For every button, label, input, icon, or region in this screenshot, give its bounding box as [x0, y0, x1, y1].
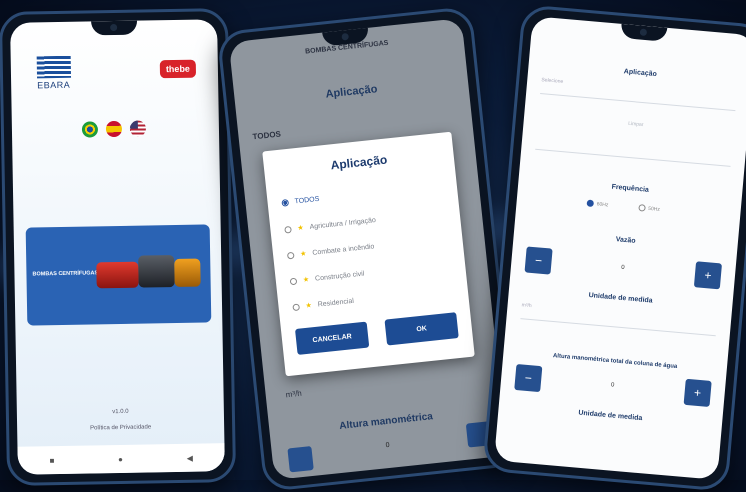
ebara-logo: EBARA [36, 55, 72, 91]
recents-icon[interactable]: ■ [49, 456, 54, 465]
radio-icon [637, 204, 646, 212]
option-combate-incendio[interactable]: ★ Combate a incêndio [286, 242, 375, 259]
dialog-title: Aplicação [329, 152, 388, 173]
app-version: v1.0.0 [112, 408, 129, 416]
option-label: Combate a incêndio [312, 242, 375, 257]
option-label: Residencial [317, 297, 355, 309]
application-screen: BOMBAS CENTRÍFUGAS Aplicação TODOS m³/h … [228, 17, 508, 481]
radio-icon [289, 277, 298, 285]
option-residencial[interactable]: ★ Residencial [292, 297, 354, 311]
decrement-button[interactable] [287, 446, 314, 473]
altura-value[interactable]: 0 [611, 382, 615, 388]
option-construcao-civil[interactable]: ★ Construção civil [289, 270, 365, 286]
privacy-policy-link[interactable]: Política de Privacidade [17, 423, 224, 433]
language-selector [81, 120, 147, 138]
option-todos[interactable]: TODOS [281, 195, 320, 207]
radio-icon [292, 302, 300, 311]
option-label: Agricultura / Irrigação [309, 216, 377, 231]
select-value: m³/h [521, 302, 532, 310]
banner-label: BOMBAS CENTRÍFUGAS [32, 270, 99, 278]
back-icon[interactable]: ◀ [187, 453, 193, 462]
splash-screen: EBARA thebe BOMBAS CENTRÍFUGAS v1.0.0 Po… [10, 19, 225, 475]
vazao-increment-button[interactable]: + [693, 261, 723, 290]
empty-field[interactable] [535, 132, 732, 167]
pump-image [174, 258, 201, 288]
section-title: Aplicação [325, 83, 378, 101]
pump-image [96, 261, 139, 289]
frequencia-label: Frequência [611, 183, 650, 194]
limpar-button[interactable]: Limpar [524, 112, 746, 138]
application-dialog: Aplicação TODOS ★ Agricultura / Irrigaçã… [262, 131, 475, 377]
unit-value[interactable]: m³/h [285, 389, 302, 400]
application-selected-value[interactable]: TODOS [252, 130, 281, 142]
camera-notch [90, 20, 137, 36]
ebara-logo-text: EBARA [37, 79, 71, 91]
usa-flag-icon[interactable] [129, 120, 147, 137]
unidade-medida-label-2: Unidade de medida [578, 409, 643, 423]
freq-label: 50Hz [647, 205, 661, 213]
thebe-logo: thebe [159, 59, 197, 79]
freq-60hz-option[interactable]: 60Hz [586, 199, 609, 209]
star-icon: ★ [299, 250, 307, 259]
altura-increment-button[interactable]: + [683, 378, 712, 407]
ok-button[interactable]: OK [384, 312, 459, 346]
vazao-decrement-button[interactable]: − [524, 246, 553, 275]
option-label: Construção civil [314, 270, 365, 283]
option-label: TODOS [294, 195, 320, 206]
star-icon: ★ [297, 224, 305, 233]
phone-selection-form: Aplicação Selecione Limpar Frequência 60… [482, 4, 746, 492]
radio-icon [286, 251, 295, 259]
altura-value[interactable]: 0 [385, 442, 390, 449]
camera-notch [620, 23, 668, 42]
vazao-value[interactable]: 0 [621, 265, 625, 271]
option-agricultura[interactable]: ★ Agricultura / Irrigação [284, 216, 376, 234]
cancel-button[interactable]: CANCELAR [294, 321, 370, 355]
radio-selected-icon [281, 199, 290, 207]
altura-decrement-button[interactable]: − [514, 363, 543, 393]
frequencia-radio-group: 60Hz 50Hz [586, 199, 661, 213]
select-value: Selecione [541, 77, 564, 85]
freq-50hz-option[interactable]: 50Hz [637, 204, 661, 213]
phone-splash: EBARA thebe BOMBAS CENTRÍFUGAS v1.0.0 Po… [0, 8, 237, 486]
spain-flag-icon[interactable] [105, 120, 123, 138]
form-screen: Aplicação Selecione Limpar Frequência 60… [493, 16, 746, 480]
phone-application-dialog: BOMBAS CENTRÍFUGAS Aplicação TODOS m³/h … [216, 5, 520, 492]
home-icon[interactable]: ● [118, 454, 123, 463]
brazil-flag-icon[interactable] [81, 121, 99, 138]
freq-label: 60Hz [596, 200, 609, 208]
star-icon: ★ [302, 276, 310, 284]
radio-selected-icon [586, 199, 595, 208]
category-banner-centrifugas[interactable]: BOMBAS CENTRÍFUGAS [25, 224, 212, 326]
android-nav-bar: ■ ● ◀ [17, 443, 225, 475]
pump-image [138, 255, 175, 288]
star-icon: ★ [305, 302, 313, 310]
radio-icon [284, 225, 292, 234]
